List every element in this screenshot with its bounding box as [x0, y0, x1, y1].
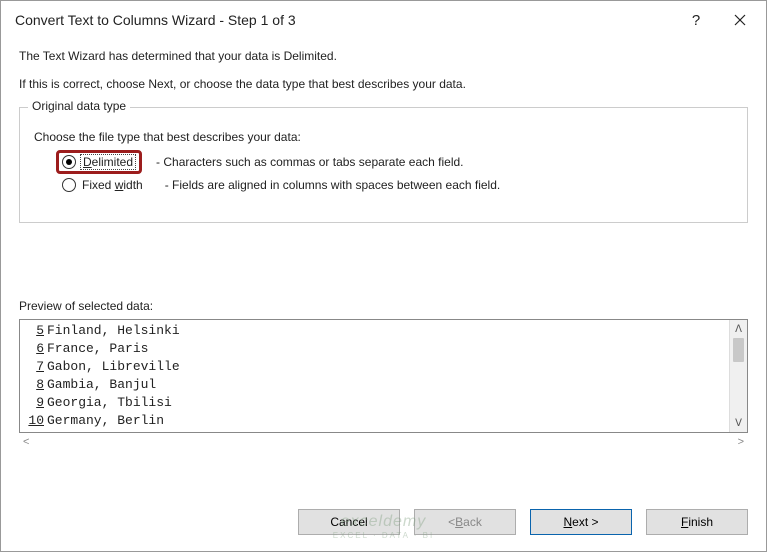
- line-number: 8: [24, 376, 44, 394]
- next-button[interactable]: Next >: [530, 509, 632, 535]
- vertical-scrollbar[interactable]: ᐱ ᐯ: [729, 320, 747, 432]
- scroll-right-icon[interactable]: >: [738, 436, 744, 448]
- radio-fixed-label[interactable]: Fixed width: [80, 178, 145, 192]
- line-number: 6: [24, 340, 44, 358]
- line-text: Georgia, Tbilisi: [47, 394, 172, 412]
- preview-lines: 5Finland, Helsinki 6France, Paris 7Gabon…: [20, 320, 729, 432]
- group-legend: Original data type: [28, 99, 130, 113]
- preview-label: Preview of selected data:: [19, 299, 748, 313]
- radio-delimited[interactable]: [62, 155, 76, 169]
- dialog-content: The Text Wizard has determined that your…: [1, 39, 766, 495]
- radio-checked-icon: [66, 159, 72, 165]
- scroll-left-icon[interactable]: <: [23, 436, 29, 448]
- preview-row: 6France, Paris: [24, 340, 729, 358]
- preview-row: 9Georgia, Tbilisi: [24, 394, 729, 412]
- line-number: 5: [24, 322, 44, 340]
- line-text: Gabon, Libreville: [47, 358, 180, 376]
- delimited-highlight: Delimited: [56, 150, 142, 174]
- choose-text: Choose the file type that best describes…: [34, 130, 733, 144]
- scroll-up-icon[interactable]: ᐱ: [730, 320, 747, 338]
- cancel-button[interactable]: Cancel: [298, 509, 400, 535]
- titlebar: Convert Text to Columns Wizard - Step 1 …: [1, 1, 766, 39]
- line-text: Finland, Helsinki: [47, 322, 180, 340]
- radio-delimited-label[interactable]: Delimited: [80, 154, 136, 170]
- line-text: France, Paris: [47, 340, 148, 358]
- radio-fixed-width[interactable]: [62, 178, 76, 192]
- intro-text-2: If this is correct, choose Next, or choo…: [19, 77, 748, 91]
- back-button[interactable]: < Back: [414, 509, 516, 535]
- line-text: Gambia, Banjul: [47, 376, 156, 394]
- horizontal-scrollbar[interactable]: < >: [19, 433, 748, 451]
- fixed-description: - Fields are aligned in columns with spa…: [165, 178, 501, 192]
- preview-row: 8Gambia, Banjul: [24, 376, 729, 394]
- preview-box: 5Finland, Helsinki 6France, Paris 7Gabon…: [19, 319, 748, 433]
- delimited-description: - Characters such as commas or tabs sepa…: [156, 155, 463, 169]
- preview-row: 7Gabon, Libreville: [24, 358, 729, 376]
- close-icon: [734, 14, 746, 26]
- finish-button[interactable]: Finish: [646, 509, 748, 535]
- wizard-dialog: Convert Text to Columns Wizard - Step 1 …: [0, 0, 767, 552]
- radio-row-fixed: Fixed width - Fields are aligned in colu…: [34, 178, 733, 192]
- close-button[interactable]: [718, 5, 762, 35]
- original-data-type-group: Original data type Choose the file type …: [19, 107, 748, 223]
- scroll-down-icon[interactable]: ᐯ: [730, 414, 747, 432]
- line-number: 10: [24, 412, 44, 430]
- line-number: 9: [24, 394, 44, 412]
- scroll-thumb[interactable]: [733, 338, 744, 362]
- radio-row-delimited: Delimited - Characters such as commas or…: [34, 150, 733, 174]
- intro-text-1: The Text Wizard has determined that your…: [19, 49, 748, 63]
- help-button[interactable]: ?: [674, 5, 718, 35]
- preview-row: 5Finland, Helsinki: [24, 322, 729, 340]
- button-bar: Cancel < Back Next > Finish: [1, 495, 766, 551]
- preview-row: 10Germany, Berlin: [24, 412, 729, 430]
- line-text: Germany, Berlin: [47, 412, 164, 430]
- dialog-title: Convert Text to Columns Wizard - Step 1 …: [15, 12, 674, 28]
- scroll-track[interactable]: [730, 362, 747, 414]
- line-number: 7: [24, 358, 44, 376]
